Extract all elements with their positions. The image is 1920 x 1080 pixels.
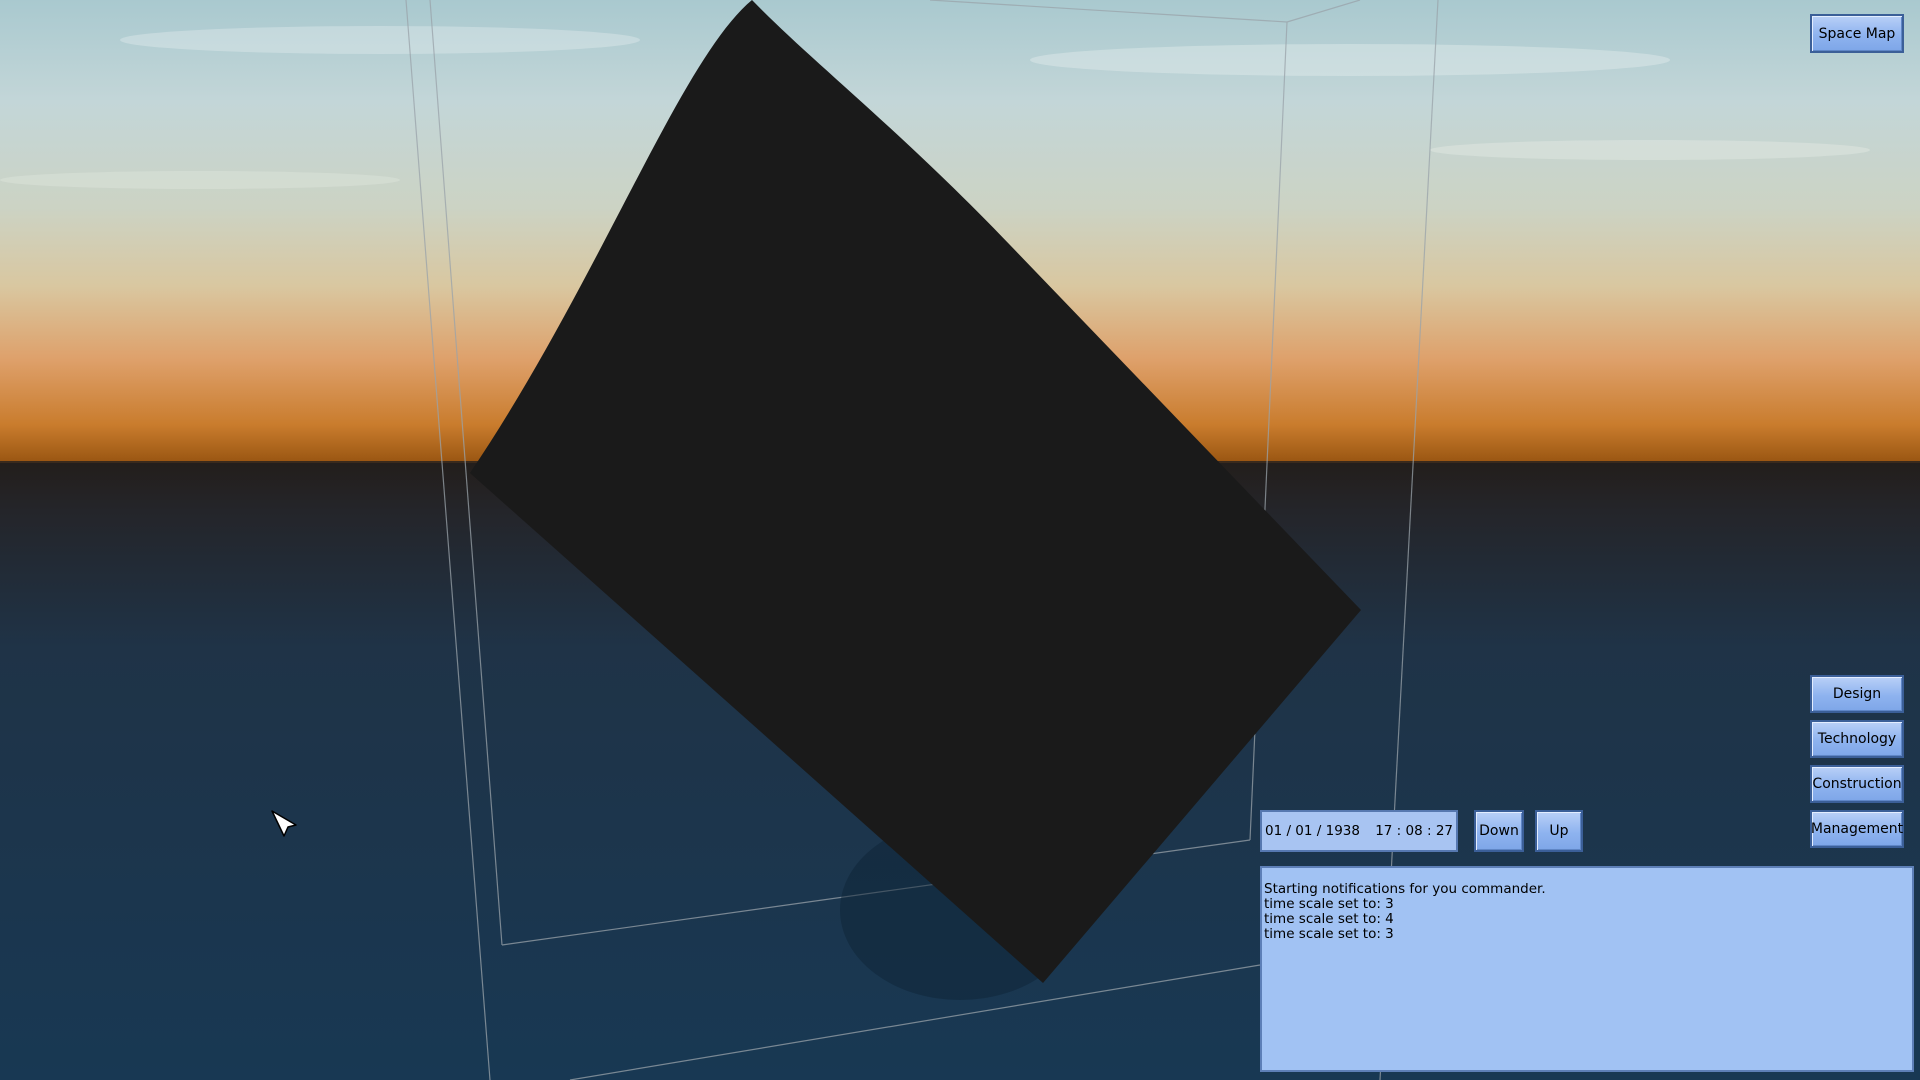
notification-line: time scale set to: 3 — [1264, 926, 1394, 942]
game-date: 01 / 01 / 1938 — [1265, 823, 1360, 839]
space-map-button[interactable]: Space Map — [1810, 14, 1904, 53]
design-button[interactable]: Design — [1810, 675, 1904, 713]
game-date-time-display: 01 / 01 / 1938 17 : 08 : 27 — [1260, 810, 1458, 852]
time-scale-up-button[interactable]: Up — [1535, 810, 1583, 852]
technology-button[interactable]: Technology — [1810, 720, 1904, 758]
notification-line: time scale set to: 4 — [1264, 911, 1394, 927]
time-scale-down-button[interactable]: Down — [1474, 810, 1524, 852]
notification-line: time scale set to: 3 — [1264, 896, 1394, 912]
construction-button[interactable]: Construction — [1810, 765, 1904, 803]
notifications-panel[interactable]: Starting notifications for you commander… — [1260, 866, 1914, 1072]
management-button[interactable]: Management — [1810, 810, 1904, 848]
notification-line: Starting notifications for you commander… — [1264, 881, 1546, 897]
game-time: 17 : 08 : 27 — [1375, 823, 1453, 839]
